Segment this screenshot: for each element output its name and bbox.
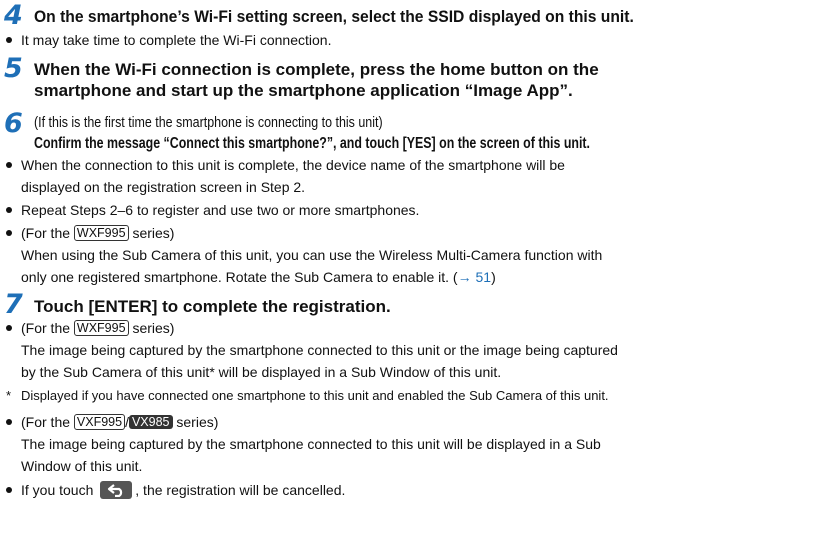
step-6-number: 6 [4,108,23,139]
model-badge-wxf995: WXF995 [73,320,129,336]
step-4-number: 4 [4,0,23,31]
bullet-dot [6,325,12,331]
bullet-dot [6,162,12,168]
step-5-number: 5 [4,53,23,84]
step-7-bullet-1-line3: by the Sub Camera of this unit* will be … [21,364,502,380]
step-6-bullet-3-line2: When using the Sub Camera of this unit, … [21,247,603,263]
step-6-instruction: Confirm the message “Connect this smartp… [34,135,590,152]
bullet-dot [6,419,12,425]
model-badge-wxf995: WXF995 [73,225,129,241]
step-6-bullet-1-cont: displayed on the registration screen in … [21,179,306,195]
back-arrow-icon [100,481,133,499]
step-5-instruction-line2: smartphone and start up the smartphone a… [34,81,573,100]
step-6-intro: (If this is the first time the smartphon… [34,115,383,131]
bullet-dot [6,37,12,43]
step-7-instruction: Touch [ENTER] to complete the registrati… [34,297,391,316]
bullet-dot [6,207,12,213]
step-5-instruction-line1: When the Wi-Fi connection is complete, p… [34,60,599,79]
step-7-number: 7 [4,289,23,320]
model-badge-vx985: VX985 [128,415,173,429]
bullet-dot [6,487,12,493]
bullet-dot [6,230,12,236]
model-badge-vxf995: VXF995 [73,414,126,430]
page-reference-link[interactable]: → 51 [458,269,491,285]
step-4-instruction: On the smartphone’s Wi-Fi setting screen… [34,7,634,26]
step-7-bullet-1-line2: The image being captured by the smartpho… [21,342,618,358]
step-6-bullet-3-line3: only one registered smartphone. Rotate t… [21,269,496,285]
step-7-bullet-2-line3: Window of this unit. [21,458,143,474]
manual-page: 4 On the smartphone’s Wi-Fi setting scre… [4,0,634,499]
step-7-bullet-2-line2: The image being captured by the smartpho… [21,436,601,452]
